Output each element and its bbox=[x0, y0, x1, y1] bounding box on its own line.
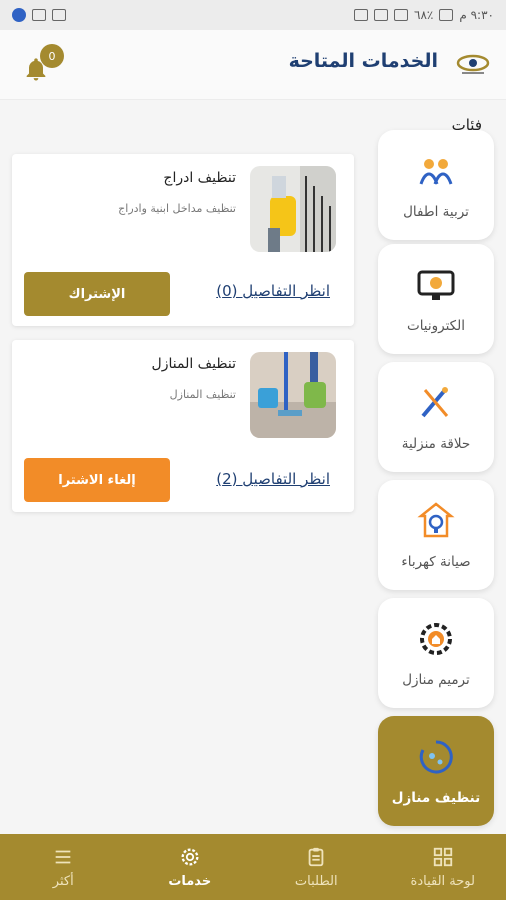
category-label: تنظيف منازل bbox=[391, 790, 481, 806]
service-title: تنظيف ادراج bbox=[163, 170, 236, 186]
category-label: ترميم منازل bbox=[402, 672, 470, 688]
service-card: تنظيف المنازل تنظيف المنازل انظر التفاصي… bbox=[12, 340, 354, 512]
service-card: تنظيف ادراج تنظيف مداخل ابنية وادراج انظ… bbox=[12, 154, 354, 326]
service-image-home bbox=[250, 352, 336, 438]
category-label: صيانة كهرباء bbox=[401, 554, 471, 570]
bluetooth-icon bbox=[354, 9, 369, 21]
stairs-cleaning-image bbox=[250, 166, 336, 252]
home-cleaning-image bbox=[250, 352, 336, 438]
notification-count-badge: 0 bbox=[40, 44, 64, 68]
clipboard-icon bbox=[308, 847, 324, 866]
service-description: تنظيف المنازل bbox=[169, 388, 236, 401]
gear-icon bbox=[181, 848, 199, 865]
electric-bulb-icon bbox=[417, 502, 455, 538]
app-header: الخدمات المتاحة 0 bbox=[0, 30, 506, 100]
category-home-cleaning[interactable]: تنظيف منازل bbox=[378, 716, 494, 826]
view-details-link[interactable]: انظر التفاصيل (2) bbox=[216, 470, 330, 488]
status-bar: ٩:٣٠ م ٪٦٨ bbox=[0, 0, 506, 30]
menu-icon bbox=[55, 850, 71, 863]
page-title: الخدمات المتاحة bbox=[288, 50, 438, 72]
category-label: الكترونيات bbox=[406, 318, 465, 334]
nav-dashboard[interactable]: لوحة القيادة bbox=[380, 834, 506, 900]
category-barber[interactable]: حلاقة منزلية bbox=[378, 362, 494, 472]
dashboard-icon bbox=[433, 847, 452, 866]
clock: ٩:٣٠ م bbox=[459, 8, 494, 22]
notifications-button[interactable]: 0 bbox=[22, 44, 66, 88]
electronics-icon bbox=[417, 270, 455, 300]
status-icons-right bbox=[12, 8, 66, 22]
category-home-repair[interactable]: ترميم منازل bbox=[378, 598, 494, 708]
nav-more[interactable]: أكثر bbox=[0, 834, 127, 900]
nav-label: خدمات bbox=[168, 873, 212, 889]
battery-icon bbox=[439, 9, 454, 21]
cleaning-icon bbox=[419, 740, 453, 774]
subscribe-button[interactable]: الإشتراك bbox=[24, 272, 170, 316]
nav-label: لوحة القيادة bbox=[410, 873, 475, 889]
nav-label: الطلبات bbox=[294, 873, 338, 889]
battery-level: ٪٦٨ bbox=[414, 8, 434, 22]
category-electronics[interactable]: الكترونيات bbox=[378, 244, 494, 354]
mail-icon bbox=[52, 9, 66, 21]
email-icon bbox=[32, 9, 46, 21]
app-notification-icon bbox=[12, 8, 26, 22]
service-title: تنظيف المنازل bbox=[151, 356, 236, 372]
cancel-subscription-button[interactable]: إلغاء الاشترا bbox=[24, 458, 170, 502]
childcare-icon bbox=[419, 159, 453, 185]
category-childcare[interactable]: تربية اطفال bbox=[378, 130, 494, 240]
view-details-link[interactable]: انظر التفاصيل (0) bbox=[216, 282, 330, 300]
nav-orders[interactable]: الطلبات bbox=[253, 834, 380, 900]
nav-services[interactable]: خدمات bbox=[127, 834, 254, 900]
home-repair-icon bbox=[420, 623, 452, 655]
category-label: تربية اطفال bbox=[403, 204, 469, 220]
wifi-icon bbox=[374, 9, 389, 21]
nav-label: أكثر bbox=[52, 873, 74, 889]
barber-icon bbox=[421, 387, 449, 418]
signal-icon bbox=[394, 9, 409, 21]
brand-logo-icon bbox=[456, 54, 490, 74]
service-description: تنظيف مداخل ابنية وادراج bbox=[118, 202, 236, 215]
category-electric-maintenance[interactable]: صيانة كهرباء bbox=[378, 480, 494, 590]
bottom-navigation: لوحة القيادة الطلبات خدمات أكثر bbox=[0, 834, 506, 900]
status-icons-left: ٩:٣٠ م ٪٦٨ bbox=[354, 8, 494, 22]
category-label: حلاقة منزلية bbox=[401, 436, 471, 452]
service-image-stairs bbox=[250, 166, 336, 252]
